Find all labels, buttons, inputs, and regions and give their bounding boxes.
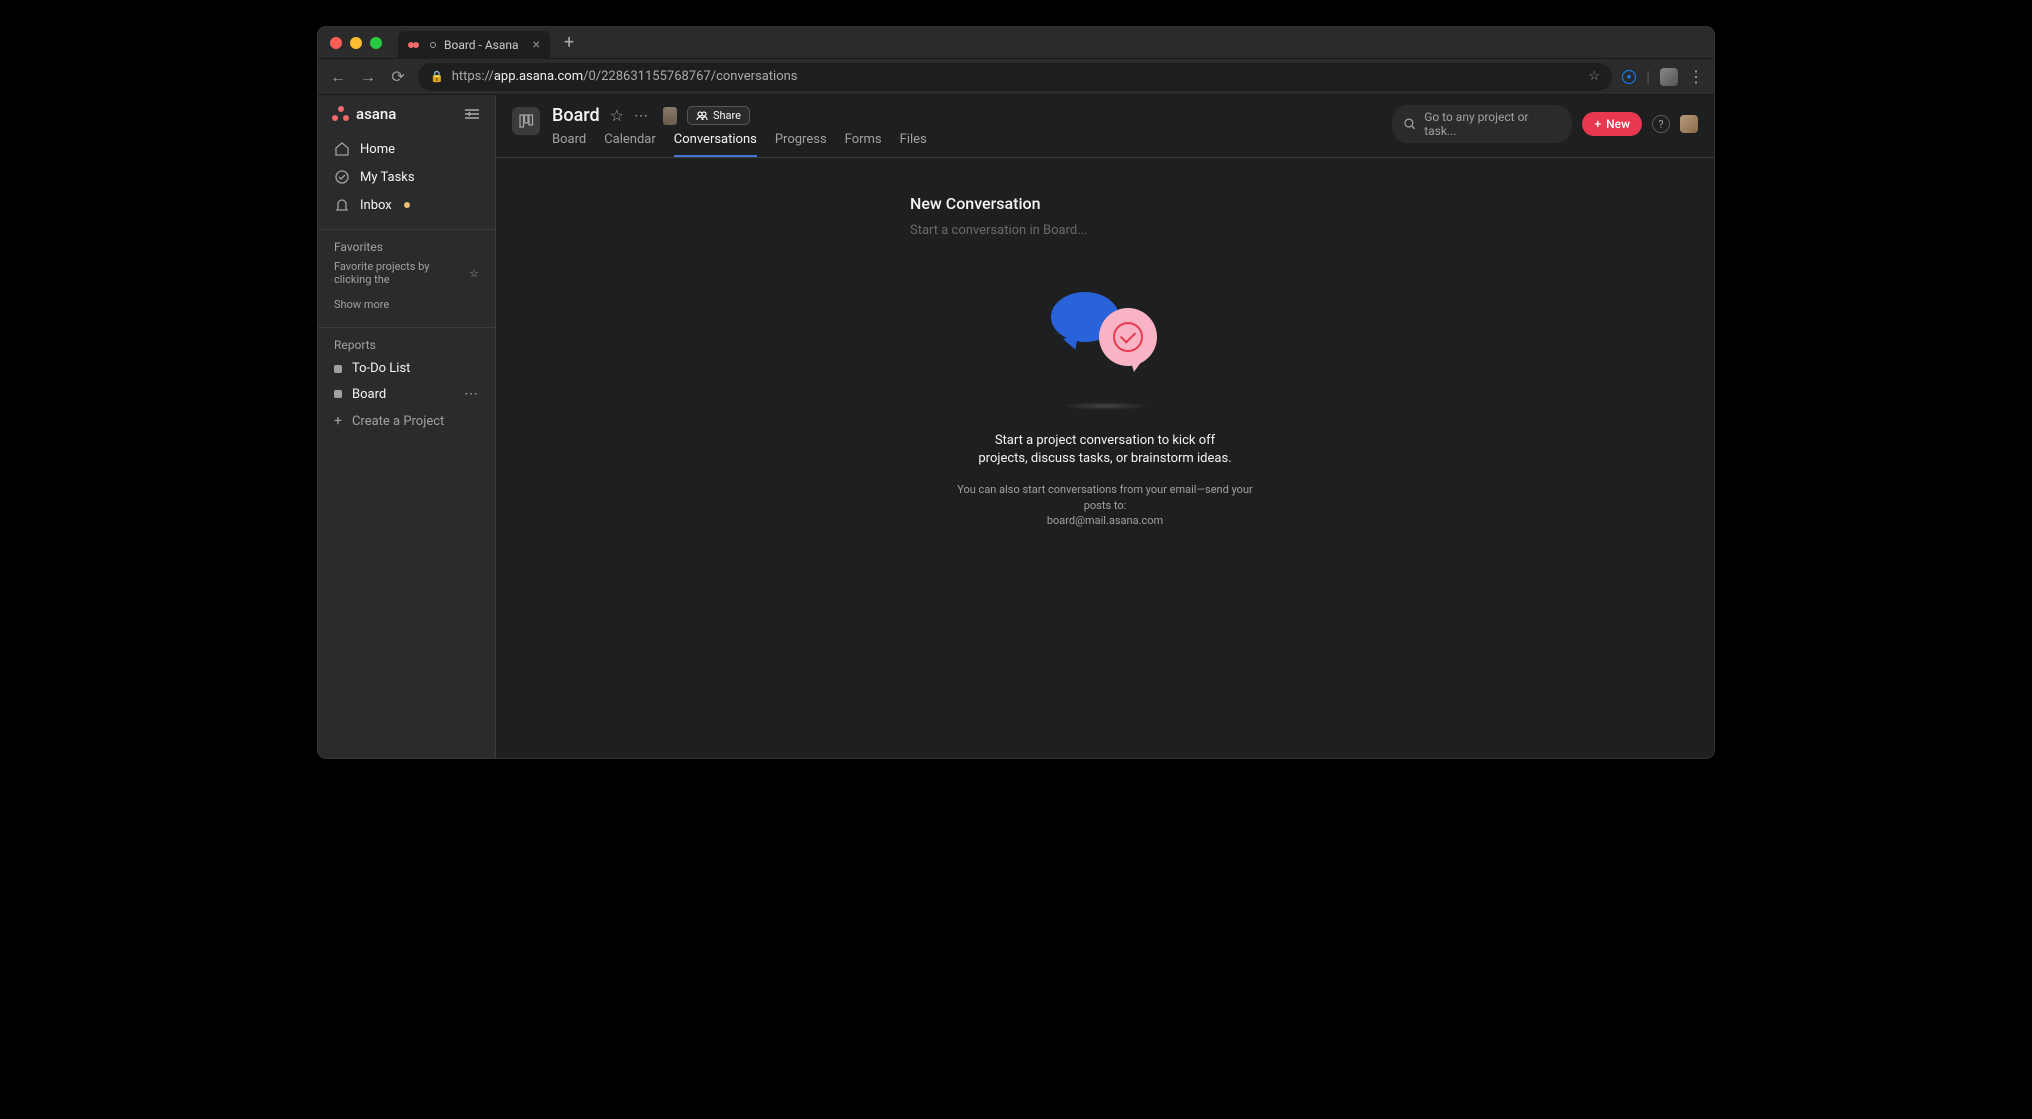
asana-logo-icon bbox=[332, 106, 350, 122]
back-button[interactable]: ← bbox=[328, 67, 348, 87]
star-outline-icon: ☆ bbox=[469, 267, 479, 280]
favorites-header: Favorites bbox=[318, 229, 495, 258]
home-icon bbox=[334, 141, 350, 157]
extension-icon[interactable]: ● bbox=[1622, 70, 1636, 84]
user-avatar[interactable] bbox=[1680, 115, 1698, 133]
project-email[interactable]: board@mail.asana.com bbox=[1047, 514, 1163, 527]
bell-icon bbox=[334, 197, 350, 213]
asana-favicon bbox=[408, 38, 422, 52]
project-title[interactable]: Board bbox=[552, 105, 600, 126]
browser-menu-icon[interactable]: ⋮ bbox=[1688, 67, 1704, 86]
check-circle-icon bbox=[1113, 322, 1143, 352]
sidebar-top: asana bbox=[318, 95, 495, 131]
people-icon bbox=[696, 111, 708, 121]
new-conversation-title: New Conversation bbox=[910, 194, 1300, 213]
create-project-button[interactable]: + Create a Project bbox=[318, 407, 495, 435]
create-project-label: Create a Project bbox=[352, 414, 444, 429]
tab-calendar[interactable]: Calendar bbox=[604, 132, 656, 157]
help-button[interactable]: ? bbox=[1652, 115, 1670, 133]
show-more-link[interactable]: Show more bbox=[318, 294, 495, 321]
header-right: Go to any project or task... + New ? bbox=[1392, 105, 1698, 143]
app-body: asana Home bbox=[318, 95, 1714, 758]
project-label: To-Do List bbox=[352, 361, 410, 376]
address-bar[interactable]: 🔒 https://app.asana.com/0/22863115576876… bbox=[418, 63, 1612, 91]
close-window-button[interactable] bbox=[330, 37, 342, 49]
project-label: Board bbox=[352, 387, 386, 402]
forward-button[interactable]: → bbox=[358, 67, 378, 87]
tab-conversations[interactable]: Conversations bbox=[674, 132, 757, 157]
share-label: Share bbox=[713, 109, 741, 122]
browser-profile-avatar[interactable] bbox=[1660, 68, 1678, 86]
asana-logo[interactable]: asana bbox=[332, 105, 396, 123]
browser-window: Board - Asana × + ← → ⟳ 🔒 https://app.as… bbox=[318, 27, 1714, 758]
sidebar-item-label: Home bbox=[360, 142, 395, 157]
browser-tab[interactable]: Board - Asana × bbox=[398, 31, 550, 59]
sidebar: asana Home bbox=[318, 95, 496, 758]
project-tabs: Board Calendar Conversations Progress Fo… bbox=[552, 132, 927, 157]
separator: | bbox=[1646, 67, 1650, 86]
share-button[interactable]: Share bbox=[687, 106, 750, 125]
empty-state: Start a project conversation to kick off… bbox=[955, 288, 1255, 529]
tab-board[interactable]: Board bbox=[552, 132, 586, 157]
project-more-icon[interactable]: ⋯ bbox=[464, 386, 479, 402]
tab-progress[interactable]: Progress bbox=[775, 132, 827, 157]
member-chip[interactable] bbox=[663, 107, 677, 125]
sidebar-project-todo[interactable]: To-Do List bbox=[318, 356, 495, 381]
bookmark-star-icon[interactable]: ☆ bbox=[1588, 69, 1600, 84]
plus-icon: + bbox=[334, 413, 342, 429]
url-bar-row: ← → ⟳ 🔒 https://app.asana.com/0/22863115… bbox=[318, 59, 1714, 95]
favorite-star-icon[interactable]: ☆ bbox=[610, 106, 624, 125]
sidebar-item-home[interactable]: Home bbox=[326, 135, 487, 163]
tab-forms[interactable]: Forms bbox=[845, 132, 882, 157]
inbox-indicator-dot bbox=[404, 202, 410, 208]
new-label: New bbox=[1606, 117, 1630, 131]
close-tab-icon[interactable]: × bbox=[533, 38, 540, 52]
sidebar-item-my-tasks[interactable]: My Tasks bbox=[326, 163, 487, 191]
url-text: https://app.asana.com/0/228631155768767/… bbox=[452, 69, 798, 84]
global-search[interactable]: Go to any project or task... bbox=[1392, 105, 1572, 143]
plus-icon: + bbox=[1594, 117, 1601, 131]
favorites-hint: Favorite projects by clicking the ☆ bbox=[318, 258, 495, 294]
sidebar-item-label: My Tasks bbox=[360, 170, 415, 185]
main-header: Board ☆ ⋯ Share Board Calendar bbox=[496, 95, 1714, 157]
collapse-sidebar-icon[interactable] bbox=[463, 107, 481, 121]
empty-illustration bbox=[1045, 288, 1165, 388]
asana-logo-text: asana bbox=[356, 105, 396, 123]
new-conversation-box: New Conversation Start a conversation in… bbox=[910, 194, 1300, 238]
tab-status-dot bbox=[430, 42, 436, 48]
project-more-icon[interactable]: ⋯ bbox=[634, 108, 649, 124]
new-button[interactable]: + New bbox=[1582, 112, 1642, 136]
new-conversation-input[interactable]: Start a conversation in Board... bbox=[910, 223, 1300, 238]
search-icon bbox=[1404, 118, 1416, 130]
sidebar-project-board[interactable]: Board ⋯ bbox=[318, 381, 495, 407]
maximize-window-button[interactable] bbox=[370, 37, 382, 49]
illustration-shadow bbox=[1060, 402, 1150, 410]
project-tile-icon[interactable] bbox=[512, 107, 540, 135]
titlebar: Board - Asana × + bbox=[318, 27, 1714, 59]
reload-button[interactable]: ⟳ bbox=[388, 67, 408, 86]
new-tab-button[interactable]: + bbox=[564, 32, 574, 53]
sidebar-item-label: Inbox bbox=[360, 198, 392, 213]
tab-files[interactable]: Files bbox=[900, 132, 927, 157]
content-area: New Conversation Start a conversation in… bbox=[496, 158, 1714, 758]
sidebar-item-inbox[interactable]: Inbox bbox=[326, 191, 487, 219]
empty-state-line2: You can also start conversations from yo… bbox=[955, 482, 1255, 528]
check-circle-icon bbox=[334, 169, 350, 185]
title-row: Board ☆ ⋯ Share bbox=[552, 105, 927, 126]
project-color-dot bbox=[334, 390, 342, 398]
empty-state-line1: Start a project conversation to kick off… bbox=[975, 432, 1235, 468]
project-color-dot bbox=[334, 365, 342, 373]
window-controls bbox=[330, 37, 382, 49]
tab-title: Board - Asana bbox=[444, 38, 519, 52]
minimize-window-button[interactable] bbox=[350, 37, 362, 49]
reports-header: Reports bbox=[318, 327, 495, 356]
header-center: Board ☆ ⋯ Share Board Calendar bbox=[552, 105, 927, 157]
main-area: Board ☆ ⋯ Share Board Calendar bbox=[496, 95, 1714, 758]
lock-icon: 🔒 bbox=[430, 70, 444, 83]
speech-bubble-pink-icon bbox=[1099, 308, 1157, 366]
search-placeholder: Go to any project or task... bbox=[1424, 110, 1560, 138]
sidebar-nav: Home My Tasks Inbox bbox=[318, 131, 495, 223]
